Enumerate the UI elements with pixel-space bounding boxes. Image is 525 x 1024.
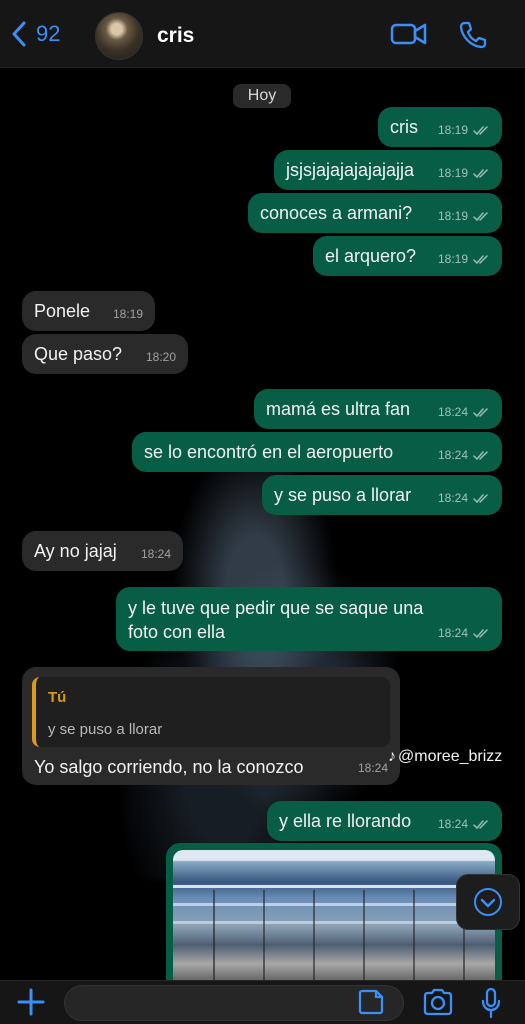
- double-check-icon: [473, 628, 488, 638]
- message-incoming-reply[interactable]: Tú y se puso a llorar Yo salgo corriendo…: [22, 667, 400, 785]
- message-text: y se puso a llorar: [274, 485, 412, 505]
- back-button[interactable]: 92: [10, 20, 60, 48]
- message-outgoing[interactable]: conoces a armani? 18:19: [248, 193, 502, 233]
- message-meta: 18:24: [438, 401, 490, 423]
- message-meta: 18:24: [438, 487, 490, 509]
- message-text: se lo encontró en el aeropuerto: [144, 442, 394, 462]
- message-outgoing[interactable]: el arquero? 18:19: [313, 236, 502, 276]
- sticker-icon: [358, 989, 384, 1015]
- message-time: 18:19: [437, 123, 468, 137]
- chevron-left-icon: [12, 21, 26, 47]
- microphone-icon: [481, 987, 501, 1019]
- camera-button[interactable]: [421, 987, 455, 1022]
- quoted-text: y se puso a llorar: [48, 721, 163, 738]
- message-text: conoces a armani?: [260, 203, 413, 223]
- video-call-button[interactable]: [390, 20, 428, 48]
- message-outgoing[interactable]: y le tuve que pedir que se saque una fot…: [116, 587, 502, 651]
- message-meta: 18:20: [146, 346, 176, 368]
- message-time: 18:19: [112, 307, 143, 321]
- message-incoming[interactable]: Que paso? 18:20: [22, 334, 188, 374]
- microphone-button[interactable]: [479, 987, 503, 1024]
- message-meta: 18:19: [438, 205, 490, 227]
- double-check-icon: [473, 407, 488, 417]
- message-time: 18:20: [145, 350, 176, 364]
- unread-count: 92: [36, 21, 61, 46]
- date-separator: Hoy: [233, 84, 291, 108]
- watermark-handle: @moree_brizz: [398, 748, 503, 765]
- message-text: cris: [390, 117, 418, 137]
- double-check-icon: [473, 493, 488, 503]
- scroll-to-bottom-button[interactable]: [456, 874, 520, 930]
- message-outgoing[interactable]: cris 18:19: [378, 107, 502, 147]
- sticker-button[interactable]: [356, 987, 386, 1022]
- video-camera-icon: [390, 23, 427, 45]
- message-meta: 18:24: [438, 621, 490, 645]
- message-text: mamá es ultra fan: [266, 399, 411, 419]
- airport-photo[interactable]: [173, 850, 495, 996]
- message-meta: 18:24: [438, 444, 490, 466]
- message-time: 18:24: [437, 817, 468, 831]
- message-text: Ponele: [34, 301, 91, 321]
- message-meta: 18:19: [113, 303, 143, 325]
- message-time: 18:24: [437, 626, 468, 640]
- message-outgoing[interactable]: y ella re llorando 18:24: [267, 801, 502, 841]
- message-incoming[interactable]: Ay no jajaj 18:24: [22, 531, 183, 571]
- contact-name[interactable]: cris: [157, 24, 194, 48]
- message-meta: 18:24: [358, 757, 388, 779]
- message-outgoing[interactable]: mamá es ultra fan 18:24: [254, 389, 502, 429]
- voice-call-button[interactable]: [458, 20, 488, 50]
- chat-header: 92 cris: [0, 0, 525, 68]
- phone-icon: [459, 21, 487, 49]
- double-check-icon: [473, 450, 488, 460]
- message-time: 18:19: [437, 166, 468, 180]
- contact-avatar[interactable]: [95, 12, 143, 60]
- quoted-message[interactable]: Tú y se puso a llorar: [32, 677, 390, 747]
- message-input[interactable]: [64, 985, 404, 1021]
- plus-icon: [17, 988, 45, 1016]
- message-text: y le tuve que pedir que se saque una fot…: [128, 598, 424, 642]
- quoted-author: Tú: [48, 689, 67, 706]
- double-check-icon: [473, 254, 488, 264]
- double-check-icon: [473, 168, 488, 178]
- message-time: 18:24: [437, 405, 468, 419]
- double-check-icon: [473, 125, 488, 135]
- message-time: 18:24: [437, 448, 468, 462]
- message-text: el arquero?: [325, 246, 417, 266]
- message-time: 18:24: [437, 491, 468, 505]
- camera-icon: [423, 988, 453, 1016]
- message-meta: 18:19: [438, 119, 490, 141]
- message-time: 18:24: [140, 547, 171, 561]
- message-outgoing[interactable]: se lo encontró en el aeropuerto 18:24: [132, 432, 502, 472]
- composer-bar: [0, 980, 525, 1024]
- image-message[interactable]: [166, 843, 502, 1003]
- message-time: 18:19: [437, 252, 468, 266]
- message-time: 18:24: [357, 761, 388, 775]
- message-outgoing[interactable]: jsjsjajajajajajajja 18:19: [274, 150, 502, 190]
- message-incoming[interactable]: Ponele 18:19: [22, 291, 155, 331]
- message-meta: 18:24: [438, 813, 490, 835]
- message-meta: 18:24: [141, 543, 171, 565]
- message-text: Ay no jajaj: [34, 541, 117, 561]
- attach-button[interactable]: [14, 985, 48, 1024]
- double-check-icon: [473, 819, 488, 829]
- tiktok-watermark: ♪ @moree_brizz: [388, 748, 502, 766]
- message-text: y ella re llorando: [279, 811, 412, 831]
- message-text: Que paso?: [34, 344, 123, 364]
- message-text: jsjsjajajajajajajja: [286, 160, 415, 180]
- message-meta: 18:19: [438, 248, 490, 270]
- message-meta: 18:19: [438, 162, 490, 184]
- chevron-down-icon: [474, 888, 502, 916]
- message-outgoing[interactable]: y se puso a llorar 18:24: [262, 475, 502, 515]
- tiktok-logo: ♪: [388, 748, 396, 765]
- double-check-icon: [473, 211, 488, 221]
- message-time: 18:19: [437, 209, 468, 223]
- message-text: Yo salgo corriendo, no la conozco: [34, 757, 304, 777]
